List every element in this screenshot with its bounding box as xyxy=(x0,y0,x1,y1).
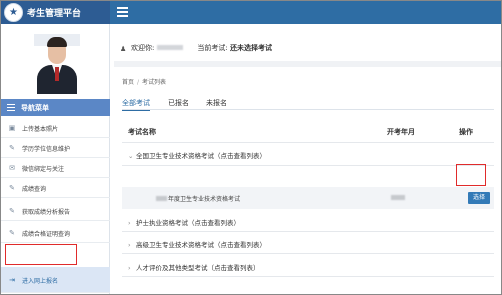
tab-registered[interactable]: 已报名 xyxy=(168,98,189,108)
select-button[interactable]: 选择 xyxy=(468,192,490,204)
avatar xyxy=(34,34,80,94)
hamburger-icon[interactable] xyxy=(117,7,128,18)
welcome-greeting: 欢迎你: xyxy=(131,44,155,52)
welcome-bar: ♟ 欢迎你: 当前考试: 还未选择考试 xyxy=(120,43,272,53)
current-exam-label: 当前考试: xyxy=(197,44,228,52)
sidebar-item-report[interactable]: ✎ 获取成绩分析报告 xyxy=(1,201,110,221)
sidebar-item-upload-photo[interactable]: ▣ 上传基本照片 xyxy=(1,118,110,138)
tab-not-registered[interactable]: 未报名 xyxy=(206,98,227,108)
exam-group-nurse[interactable]: › 护士执业资格考试（点击查看列表） xyxy=(128,217,240,227)
exam-group-label: 高级卫生专业技术资格考试（点击查看列表） xyxy=(136,241,266,249)
column-header-action: 操作 xyxy=(459,128,473,136)
user-name-redacted xyxy=(157,45,184,50)
certificate-icon: ✎ xyxy=(9,229,15,237)
year-redacted xyxy=(156,196,167,201)
exam-group-talent-evaluation[interactable]: › 人才评价及其他类型考试（点击查看列表） xyxy=(128,262,260,272)
sidebar-item-label: 学历学位信息维护 xyxy=(22,146,71,153)
exam-group-national-health[interactable]: ⌄ 全国卫生专业技术资格考试（点击查看列表） xyxy=(128,150,266,160)
table-divider xyxy=(122,231,494,232)
column-header-exam-name: 考试名称 xyxy=(128,128,156,136)
nav-menu-header: 导航菜单 xyxy=(1,99,110,116)
tab-all-exams[interactable]: 全部考试 xyxy=(122,98,150,111)
sidebar-item-label: 获取成绩分析报告 xyxy=(22,209,71,216)
nav-menu-title: 导航菜单 xyxy=(21,104,49,112)
exam-name: 年度卫生专业技术资格考试 xyxy=(156,194,240,203)
current-exam-value: 还未选择考试 xyxy=(229,44,272,52)
top-bar: 考生管理平台 xyxy=(1,1,501,24)
app-title: 考生管理平台 xyxy=(27,9,82,19)
sidebar-item-enter-registration[interactable]: ⇥ 进入网上报名 xyxy=(1,267,110,293)
exam-group-label: 护士执业资格考试（点击查看列表） xyxy=(136,219,240,227)
exam-group-label: 人才评价及其他类型考试（点击查看列表） xyxy=(136,264,260,272)
breadcrumb: 首页 / 考试列表 xyxy=(122,77,166,86)
sidebar-item-score[interactable]: ✎ 成绩查询 xyxy=(1,178,110,198)
chevron-down-icon: ⌄ xyxy=(128,152,134,160)
highlight-box-select xyxy=(456,164,486,186)
degree-icon: ✎ xyxy=(9,144,15,152)
app-window: 考生管理平台 导航菜单 ▣ 上传基本照片 ✎ 学历学位信息维护 ✉ xyxy=(0,0,502,295)
score-icon: ✎ xyxy=(9,184,15,192)
sidebar-item-label: 微信绑定与关注 xyxy=(22,166,65,173)
sidebar-item-label: 成绩合格证明查询 xyxy=(22,231,71,238)
wechat-icon: ✉ xyxy=(9,164,15,172)
tab-bar: 全部考试 已报名 未报名 xyxy=(122,96,494,111)
column-header-exam-date: 开考年月 xyxy=(387,128,415,136)
chevron-right-icon: › xyxy=(128,219,131,227)
exam-group-label: 全国卫生专业技术资格考试（点击查看列表） xyxy=(136,152,266,160)
exam-group-senior-health[interactable]: › 高级卫生专业技术资格考试（点击查看列表） xyxy=(128,239,266,249)
sidebar-item-wechat[interactable]: ✉ 微信绑定与关注 xyxy=(1,158,110,178)
sidebar-item-degree[interactable]: ✎ 学历学位信息维护 xyxy=(1,138,110,158)
sidebar-item-certificate[interactable]: ✎ 成绩合格证明查询 xyxy=(1,223,110,243)
chevron-right-icon: › xyxy=(128,264,131,272)
breadcrumb-current: 考试列表 xyxy=(142,79,167,86)
list-icon xyxy=(7,104,15,112)
brand-area: 考生管理平台 xyxy=(1,1,110,24)
table-divider xyxy=(122,253,494,254)
breadcrumb-separator: / xyxy=(137,79,140,86)
seal-logo-icon xyxy=(4,3,23,22)
divider xyxy=(114,61,501,67)
highlight-box-sidebar xyxy=(5,244,77,265)
exam-date-redacted xyxy=(391,195,405,200)
upload-photo-icon: ▣ xyxy=(8,124,16,132)
report-icon: ✎ xyxy=(9,207,15,215)
main-content: ♟ 欢迎你: 当前考试: 还未选择考试 首页 / 考试列表 全部考试 已报名 未报名 考… xyxy=(114,24,501,294)
table-row: 年度卫生专业技术资格考试 选择 xyxy=(122,187,494,209)
table-divider xyxy=(122,165,494,166)
chevron-right-icon: › xyxy=(128,241,131,249)
sidebar-item-label: 上传基本照片 xyxy=(22,126,59,133)
sidebar-item-label: 进入网上报名 xyxy=(22,278,59,285)
avatar-area xyxy=(1,24,110,98)
breadcrumb-home[interactable]: 首页 xyxy=(122,79,134,86)
sidebar-item-label: 成绩查询 xyxy=(22,186,47,193)
table-divider xyxy=(122,276,494,277)
table-divider xyxy=(122,142,494,143)
enter-icon: ⇥ xyxy=(9,276,15,284)
user-icon: ♟ xyxy=(120,45,127,53)
